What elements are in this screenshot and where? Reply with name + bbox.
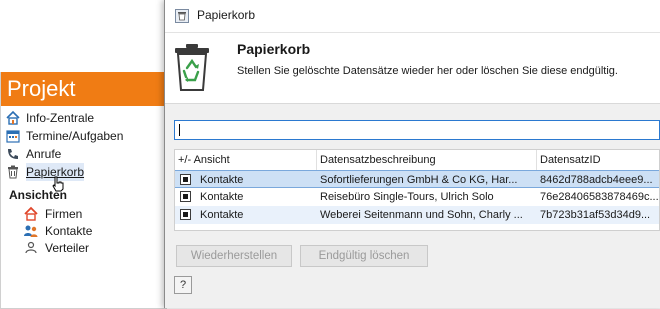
sub-item-label: Kontakte xyxy=(45,224,93,238)
table-row[interactable]: Kontakte Reisebüro Single-Tours, Ulrich … xyxy=(175,188,659,206)
column-header-datensatzid[interactable]: DatensatzID xyxy=(537,150,659,170)
search-input[interactable] xyxy=(174,120,660,140)
cell-view: Kontakte xyxy=(200,209,244,221)
table-header: +/- Ansicht Datensatzbeschreibung Datens… xyxy=(175,150,659,171)
nav-item-info-zentrale[interactable]: Info-Zentrale xyxy=(5,109,94,127)
people-icon xyxy=(23,223,39,239)
cell-description: Sofortlieferungen GmbH & Co KG, Har... xyxy=(320,174,518,186)
cell-description: Reisebüro Single-Tours, Ulrich Solo xyxy=(320,191,494,203)
sub-item-verteiler[interactable]: Verteiler xyxy=(23,239,89,257)
sub-item-kontakte[interactable]: Kontakte xyxy=(23,222,92,240)
cell-record-id: 76e28406583878469c... xyxy=(540,191,659,203)
project-navigation-panel: Projekt Info-Zentrale Termine/Aufgaben A… xyxy=(0,72,167,309)
sub-item-firmen[interactable]: Firmen xyxy=(23,205,82,223)
row-checkbox[interactable] xyxy=(180,209,191,220)
deleted-records-table[interactable]: +/- Ansicht Datensatzbeschreibung Datens… xyxy=(174,149,660,231)
cell-view: Kontakte xyxy=(200,191,244,203)
section-label-ansichten: Ansichten xyxy=(9,188,68,202)
sub-item-label: Firmen xyxy=(45,207,83,221)
nav-item-anrufe[interactable]: Anrufe xyxy=(5,145,61,163)
home-icon xyxy=(23,206,39,222)
dialog-subtitle: Stellen Sie gelöschte Datensätze wieder … xyxy=(237,65,618,77)
sub-item-label: Verteiler xyxy=(45,241,90,255)
dialog-title-bar[interactable]: Papierkorb xyxy=(165,0,660,33)
cell-description: Weberei Seitenmann und Sohn, Charly ... xyxy=(320,209,523,221)
nav-item-label: Termine/Aufgaben xyxy=(26,129,124,143)
cell-view: Kontakte xyxy=(200,174,244,186)
row-checkbox[interactable] xyxy=(180,174,191,185)
nav-item-label: Anrufe xyxy=(26,147,62,161)
recycle-bin-dialog: Papierkorb Papierkorb Stellen Sie gelösc… xyxy=(164,0,660,308)
home-icon xyxy=(5,110,21,126)
cell-record-id: 7b723b31af53d34d9... xyxy=(540,209,651,221)
delete-permanently-button[interactable]: Endgültig löschen xyxy=(300,245,428,267)
distributor-icon xyxy=(23,240,39,256)
window-title: Papierkorb xyxy=(197,8,256,22)
calendar-icon xyxy=(5,128,21,144)
recycle-bin-icon xyxy=(173,42,211,92)
trash-icon xyxy=(5,164,21,180)
project-header: Projekt xyxy=(1,72,167,106)
dialog-heading: Papierkorb xyxy=(237,41,311,57)
text-caret xyxy=(179,124,180,136)
nav-item-termine-aufgaben[interactable]: Termine/Aufgaben xyxy=(5,127,123,145)
dialog-header: Papierkorb Stellen Sie gelöschte Datensä… xyxy=(165,33,660,104)
table-row[interactable]: Kontakte Weberei Seitenmann und Sohn, Ch… xyxy=(175,206,659,224)
help-button[interactable]: ? xyxy=(174,276,192,294)
trash-icon xyxy=(175,9,189,23)
nav-item-label: Info-Zentrale xyxy=(26,111,95,125)
column-header-ansicht[interactable]: +/- Ansicht xyxy=(175,150,317,170)
nav-item-papierkorb[interactable]: Papierkorb xyxy=(5,163,85,181)
column-header-datensatzbeschreibung[interactable]: Datensatzbeschreibung xyxy=(317,150,537,170)
phone-icon xyxy=(5,146,21,162)
table-row[interactable]: Kontakte Sofortlieferungen GmbH & Co KG,… xyxy=(175,170,659,188)
restore-button[interactable]: Wiederherstellen xyxy=(176,245,292,267)
cell-record-id: 8462d788adcb4eee9... xyxy=(540,174,653,186)
row-checkbox[interactable] xyxy=(180,191,191,202)
